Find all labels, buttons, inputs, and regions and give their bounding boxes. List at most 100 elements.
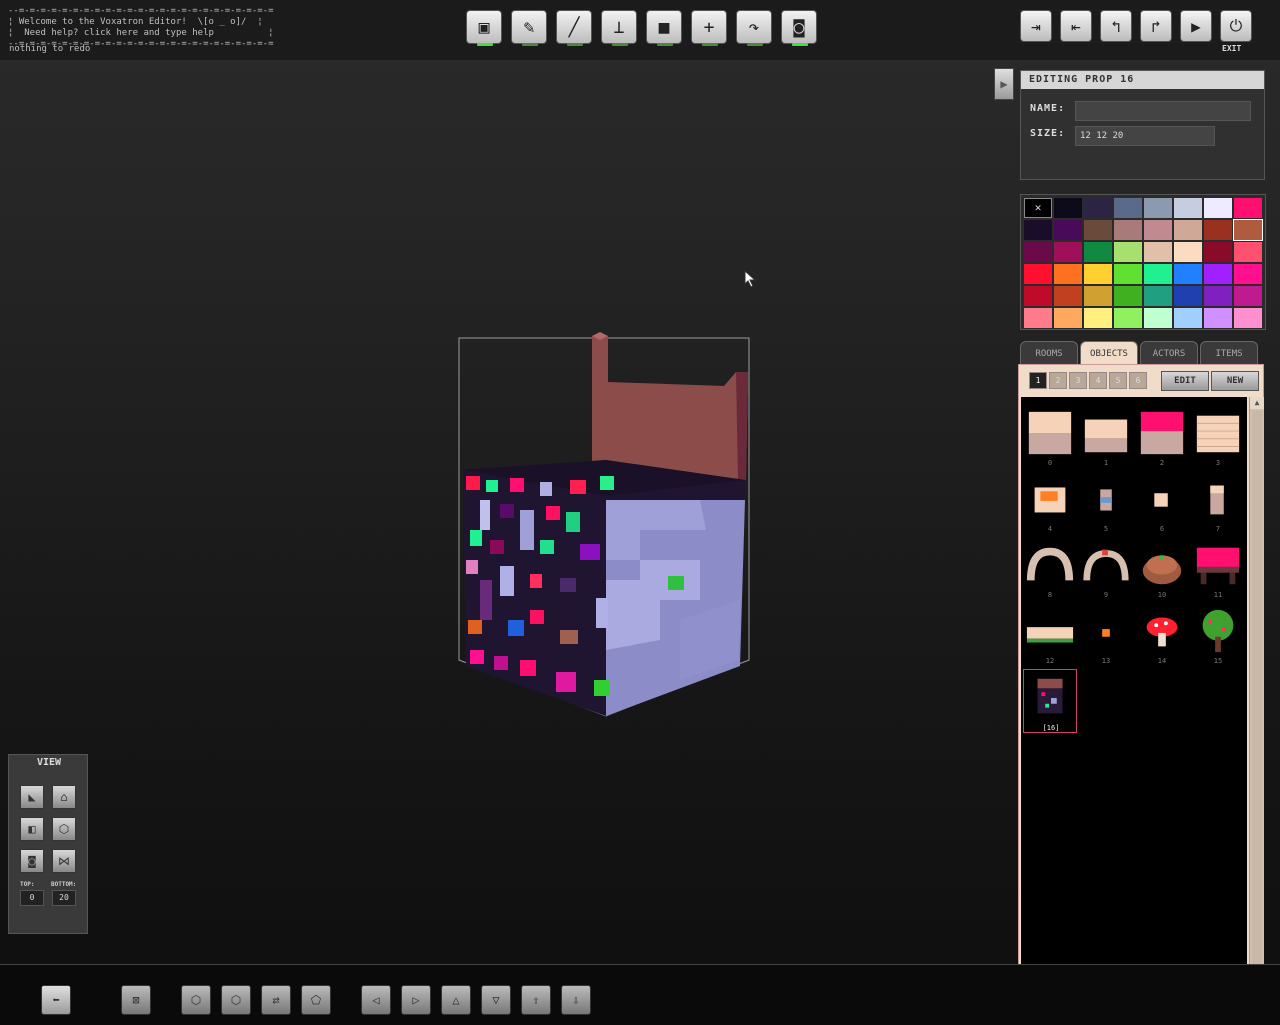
object-slot[interactable]: [16] xyxy=(1023,669,1077,733)
shift-front-button[interactable]: ▽ xyxy=(481,985,511,1015)
palette-swatch[interactable] xyxy=(1084,264,1112,284)
palette-swatch[interactable] xyxy=(1114,264,1142,284)
camera-view-button[interactable]: ⌂ xyxy=(52,785,76,809)
palette-swatch[interactable] xyxy=(1054,198,1082,218)
palette-swatch[interactable] xyxy=(1024,308,1052,328)
back-button[interactable]: ⬅ xyxy=(41,985,71,1015)
camera-light-button[interactable]: ◣ xyxy=(20,785,44,809)
palette-swatch[interactable] xyxy=(1174,220,1202,240)
palette-swatch[interactable] xyxy=(1054,220,1082,240)
palette-swatch[interactable] xyxy=(1174,286,1202,306)
palette-swatch[interactable] xyxy=(1084,286,1112,306)
palette-swatch[interactable] xyxy=(1114,198,1142,218)
scrollbar[interactable]: ▲ ▼ xyxy=(1249,397,1264,995)
palette-swatch[interactable] xyxy=(1024,242,1052,262)
object-slot[interactable]: 9 xyxy=(1079,537,1133,601)
object-slot[interactable]: 13 xyxy=(1079,603,1133,667)
palette-swatch[interactable] xyxy=(1204,198,1232,218)
palette-swatch[interactable] xyxy=(1234,242,1262,262)
object-slot[interactable]: 5 xyxy=(1079,471,1133,535)
shift-left-button[interactable]: ◁ xyxy=(361,985,391,1015)
object-slot[interactable]: 7 xyxy=(1191,471,1245,535)
camera-tool-button[interactable]: ◙ xyxy=(781,10,817,46)
exit-button[interactable]: ⏻ xyxy=(1220,10,1252,42)
tilt-button[interactable]: ⬠ xyxy=(301,985,331,1015)
rotate-tool-button[interactable]: ↷ xyxy=(736,10,772,46)
cube-tool-button[interactable]: ▣ xyxy=(466,10,502,46)
save-as-button[interactable]: ⇥ xyxy=(1020,10,1052,42)
palette-swatch[interactable] xyxy=(1054,264,1082,284)
palette-swatch[interactable] xyxy=(1204,308,1232,328)
palette-swatch[interactable] xyxy=(1084,308,1112,328)
bottom-value-field[interactable]: 20 xyxy=(52,890,76,906)
palette-swatch[interactable] xyxy=(1114,220,1142,240)
palette-swatch[interactable] xyxy=(1174,198,1202,218)
palette-swatch[interactable] xyxy=(1174,242,1202,262)
object-slot[interactable]: 10 xyxy=(1135,537,1189,601)
palette-swatch[interactable] xyxy=(1144,264,1172,284)
wire-view-button[interactable]: ⬡ xyxy=(52,817,76,841)
new-button[interactable]: NEW xyxy=(1211,371,1259,391)
page-3-button[interactable]: 3 xyxy=(1069,372,1087,389)
palette-swatch[interactable] xyxy=(1174,264,1202,284)
scroll-up-icon[interactable]: ▲ xyxy=(1250,397,1264,409)
tab-rooms[interactable]: ROOMS xyxy=(1020,341,1078,365)
palette-swatch[interactable] xyxy=(1234,198,1262,218)
object-slot[interactable]: 1 xyxy=(1079,405,1133,469)
voxel-viewport[interactable] xyxy=(0,60,1010,960)
palette-swatch[interactable] xyxy=(1204,242,1232,262)
palette-swatch[interactable] xyxy=(1144,308,1172,328)
solid-view-button[interactable]: ◧ xyxy=(20,817,44,841)
stamp-tool-button[interactable]: ⊥ xyxy=(601,10,637,46)
help-line-2[interactable]: ¦ Need help? click here and type help ¦ xyxy=(8,28,274,38)
palette-swatch[interactable] xyxy=(1024,264,1052,284)
palette-swatch[interactable] xyxy=(1234,264,1262,284)
name-field[interactable] xyxy=(1075,101,1251,121)
palette-swatch[interactable] xyxy=(1144,220,1172,240)
clear-button[interactable]: ⊠ xyxy=(121,985,151,1015)
palette-swatch[interactable] xyxy=(1174,308,1202,328)
shift-up-button[interactable]: ⇧ xyxy=(521,985,551,1015)
object-slot[interactable]: 2 xyxy=(1135,405,1189,469)
object-slot[interactable]: 3 xyxy=(1191,405,1245,469)
load-button[interactable]: ⇤ xyxy=(1060,10,1092,42)
palette-swatch[interactable] xyxy=(1054,286,1082,306)
fill-tool-button[interactable]: ■ xyxy=(646,10,682,46)
page-1-button[interactable]: 1 xyxy=(1029,372,1047,389)
palette-swatch[interactable] xyxy=(1084,220,1112,240)
palette-swatch[interactable] xyxy=(1144,286,1172,306)
palette-swatch[interactable] xyxy=(1233,219,1263,241)
scroll-thumb[interactable] xyxy=(1252,411,1262,977)
help-line-1[interactable]: ¦ Welcome to the Voxatron Editor! \[o _ … xyxy=(8,17,263,27)
tab-actors[interactable]: ACTORS xyxy=(1140,341,1198,365)
view-top-button[interactable]: ⬡ xyxy=(221,985,251,1015)
palette-swatch[interactable] xyxy=(1084,242,1112,262)
object-slot[interactable]: 4 xyxy=(1023,471,1077,535)
palette-swatch[interactable] xyxy=(1024,286,1052,306)
object-slot[interactable]: 0 xyxy=(1023,405,1077,469)
page-5-button[interactable]: 5 xyxy=(1109,372,1127,389)
palette-swatch[interactable] xyxy=(1144,198,1172,218)
line-tool-button[interactable]: ╱ xyxy=(556,10,592,46)
palette-swatch[interactable] xyxy=(1234,286,1262,306)
palette-swatch[interactable] xyxy=(1054,308,1082,328)
palette-swatch[interactable] xyxy=(1204,220,1232,240)
shift-back-button[interactable]: △ xyxy=(441,985,471,1015)
view-front-button[interactable]: ⬡ xyxy=(181,985,211,1015)
collapse-panel-button[interactable]: ▶ xyxy=(994,68,1014,100)
edit-button[interactable]: EDIT xyxy=(1161,371,1209,391)
object-slot[interactable]: 15 xyxy=(1191,603,1245,667)
palette-swatch[interactable] xyxy=(1114,242,1142,262)
redo-button[interactable]: ↱ xyxy=(1140,10,1172,42)
object-slot[interactable]: 11 xyxy=(1191,537,1245,601)
palette-swatch[interactable] xyxy=(1144,242,1172,262)
object-slot[interactable]: 12 xyxy=(1023,603,1077,667)
palette-swatch[interactable]: ✕ xyxy=(1024,198,1052,218)
object-slot[interactable]: 14 xyxy=(1135,603,1189,667)
symmetry-button[interactable]: ⋈ xyxy=(52,849,76,873)
page-6-button[interactable]: 6 xyxy=(1129,372,1147,389)
undo-button[interactable]: ↰ xyxy=(1100,10,1132,42)
shift-down-button[interactable]: ⇩ xyxy=(561,985,591,1015)
flip-button[interactable]: ⇄ xyxy=(261,985,291,1015)
page-4-button[interactable]: 4 xyxy=(1089,372,1107,389)
